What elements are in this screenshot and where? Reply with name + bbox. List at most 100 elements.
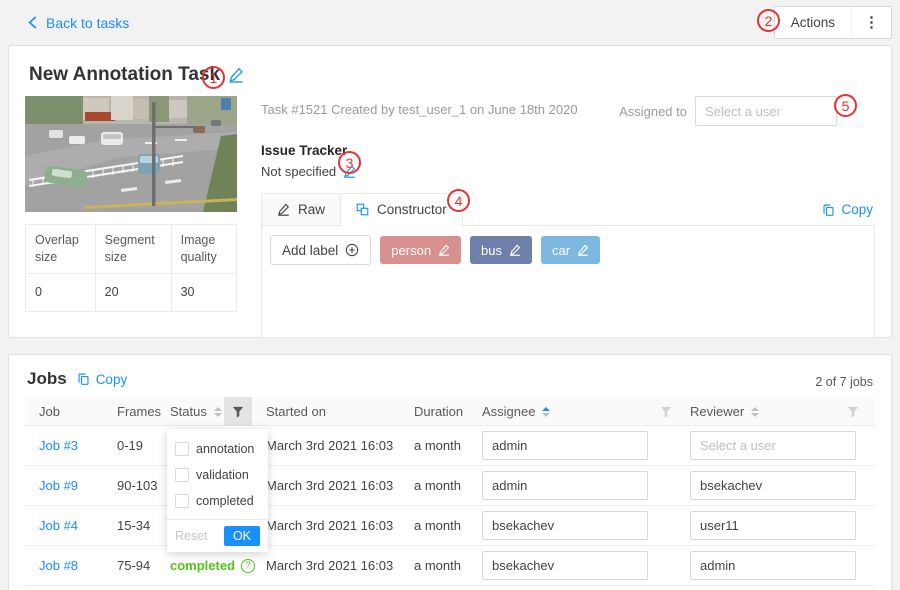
job-link[interactable]: Job #3 bbox=[39, 438, 78, 453]
label-chip-car[interactable]: car bbox=[541, 236, 600, 264]
col-reviewer-label: Reviewer bbox=[690, 404, 744, 419]
col-status-label: Status bbox=[170, 404, 207, 419]
col-assignee-label: Assignee bbox=[482, 404, 535, 419]
label-chip-person[interactable]: person bbox=[380, 236, 461, 264]
assignee-input[interactable] bbox=[482, 431, 648, 460]
assignee-input[interactable] bbox=[482, 551, 648, 580]
tab-constructor-label: Constructor bbox=[377, 202, 447, 217]
status-sorter-icon[interactable] bbox=[214, 407, 222, 417]
job-link[interactable]: Job #9 bbox=[39, 478, 78, 493]
status-filter-icon[interactable] bbox=[224, 397, 252, 426]
jobs-card: Jobs Copy 2 of 7 jobs Job Frames Status … bbox=[8, 354, 892, 590]
edit-label-icon[interactable] bbox=[509, 244, 521, 256]
edit-title-icon[interactable] bbox=[228, 67, 244, 83]
reviewer-input[interactable] bbox=[690, 431, 856, 460]
assignee-sorter-icon[interactable] bbox=[542, 407, 550, 417]
checkbox-icon[interactable] bbox=[175, 468, 189, 482]
col-frames: Frames bbox=[115, 404, 168, 419]
more-vertical-icon[interactable]: ⋮ bbox=[851, 7, 891, 38]
status-filter-dropdown: annotation validation completed Reset OK bbox=[167, 429, 268, 552]
duration-cell: a month bbox=[412, 478, 480, 493]
table-row: Job #8 75-94 completed ? March 3rd 2021 … bbox=[25, 546, 875, 586]
filter-option-completed[interactable]: completed bbox=[167, 488, 268, 514]
label-bus-name: bus bbox=[481, 243, 502, 258]
frames-cell: 0-19 bbox=[115, 438, 168, 453]
edit-label-icon[interactable] bbox=[577, 244, 589, 256]
checkbox-icon[interactable] bbox=[175, 494, 189, 508]
reviewer-filter-icon[interactable] bbox=[847, 406, 859, 418]
frames-cell: 75-94 bbox=[115, 558, 168, 573]
param-value-segment: 20 bbox=[95, 273, 171, 311]
labels-constructor-panel: Add label person bus bbox=[261, 226, 875, 338]
question-circle-icon[interactable]: ? bbox=[241, 559, 255, 573]
assigned-to-input[interactable] bbox=[695, 96, 837, 126]
assigned-to-label: Assigned to bbox=[619, 104, 687, 119]
tab-raw[interactable]: Raw bbox=[261, 193, 341, 225]
col-assignee[interactable]: Assignee bbox=[480, 404, 688, 419]
copy-icon bbox=[822, 203, 835, 217]
back-to-tasks-label: Back to tasks bbox=[46, 15, 129, 31]
edit-label-icon[interactable] bbox=[438, 244, 450, 256]
jobs-copy-button[interactable]: Copy bbox=[77, 372, 128, 387]
reviewer-input[interactable] bbox=[690, 511, 856, 540]
filter-option-label: annotation bbox=[196, 442, 254, 456]
col-started: Started on bbox=[264, 404, 412, 419]
block-icon bbox=[356, 203, 369, 216]
label-person-name: person bbox=[391, 243, 431, 258]
duration-cell: a month bbox=[412, 438, 480, 453]
job-link[interactable]: Job #8 bbox=[39, 558, 78, 573]
filter-option-label: validation bbox=[196, 468, 249, 482]
jobs-table-header: Job Frames Status Started on Duration As… bbox=[25, 397, 875, 426]
filter-option-annotation[interactable]: annotation bbox=[167, 436, 268, 462]
label-car-name: car bbox=[552, 243, 570, 258]
assignee-input[interactable] bbox=[482, 471, 648, 500]
started-cell: March 3rd 2021 16:03 bbox=[264, 558, 412, 573]
job-link[interactable]: Job #4 bbox=[39, 518, 78, 533]
actions-button[interactable]: Actions ⋮ bbox=[774, 6, 892, 39]
filter-reset-button[interactable]: Reset bbox=[175, 529, 208, 543]
chevron-left-icon bbox=[26, 15, 39, 30]
assignee-input[interactable] bbox=[482, 511, 648, 540]
jobs-count: 2 of 7 jobs bbox=[815, 375, 873, 389]
label-chip-bus[interactable]: bus bbox=[470, 236, 532, 264]
checkbox-icon[interactable] bbox=[175, 442, 189, 456]
table-row: Job #4 15-34 March 3rd 2021 16:03 a mont… bbox=[25, 506, 875, 546]
back-to-tasks-link[interactable]: Back to tasks bbox=[26, 15, 129, 31]
param-header-quality: Image quality bbox=[171, 225, 236, 274]
jobs-table: Job Frames Status Started on Duration As… bbox=[25, 397, 875, 586]
started-cell: March 3rd 2021 16:03 bbox=[264, 518, 412, 533]
task-preview-image bbox=[25, 96, 237, 212]
labels-tabs-bar: Raw Constructor Copy bbox=[261, 193, 875, 226]
assignee-filter-icon[interactable] bbox=[660, 406, 672, 418]
filter-option-validation[interactable]: validation bbox=[167, 462, 268, 488]
col-job: Job bbox=[25, 404, 115, 419]
status-completed-text: completed bbox=[170, 558, 235, 573]
started-cell: March 3rd 2021 16:03 bbox=[264, 438, 412, 453]
frames-cell: 90-103 bbox=[115, 478, 168, 493]
col-status[interactable]: Status bbox=[168, 397, 264, 426]
jobs-title: Jobs bbox=[27, 369, 67, 389]
pencil-icon bbox=[277, 203, 290, 216]
reviewer-input[interactable] bbox=[690, 551, 856, 580]
frames-cell: 15-34 bbox=[115, 518, 168, 533]
task-params-table: Overlap size Segment size Image quality … bbox=[25, 224, 237, 312]
filter-ok-button[interactable]: OK bbox=[224, 526, 260, 546]
jobs-copy-label: Copy bbox=[96, 372, 128, 387]
duration-cell: a month bbox=[412, 518, 480, 533]
plus-circle-icon bbox=[345, 243, 359, 257]
labels-copy-button[interactable]: Copy bbox=[822, 202, 873, 217]
param-value-overlap: 0 bbox=[26, 273, 96, 311]
reviewer-input[interactable] bbox=[690, 471, 856, 500]
issue-tracker-value: Not specified bbox=[261, 164, 336, 179]
callout-4: 4 bbox=[447, 189, 470, 212]
tab-raw-label: Raw bbox=[298, 202, 325, 217]
callout-1: 1 bbox=[202, 66, 225, 89]
task-title: New Annotation Task bbox=[29, 64, 220, 86]
col-reviewer[interactable]: Reviewer bbox=[688, 404, 875, 419]
started-cell: March 3rd 2021 16:03 bbox=[264, 478, 412, 493]
duration-cell: a month bbox=[412, 558, 480, 573]
table-row: Job #9 90-103 March 3rd 2021 16:03 a mon… bbox=[25, 466, 875, 506]
reviewer-sorter-icon[interactable] bbox=[751, 407, 759, 417]
add-label-button[interactable]: Add label bbox=[270, 235, 371, 265]
tab-constructor[interactable]: Constructor bbox=[340, 193, 463, 225]
